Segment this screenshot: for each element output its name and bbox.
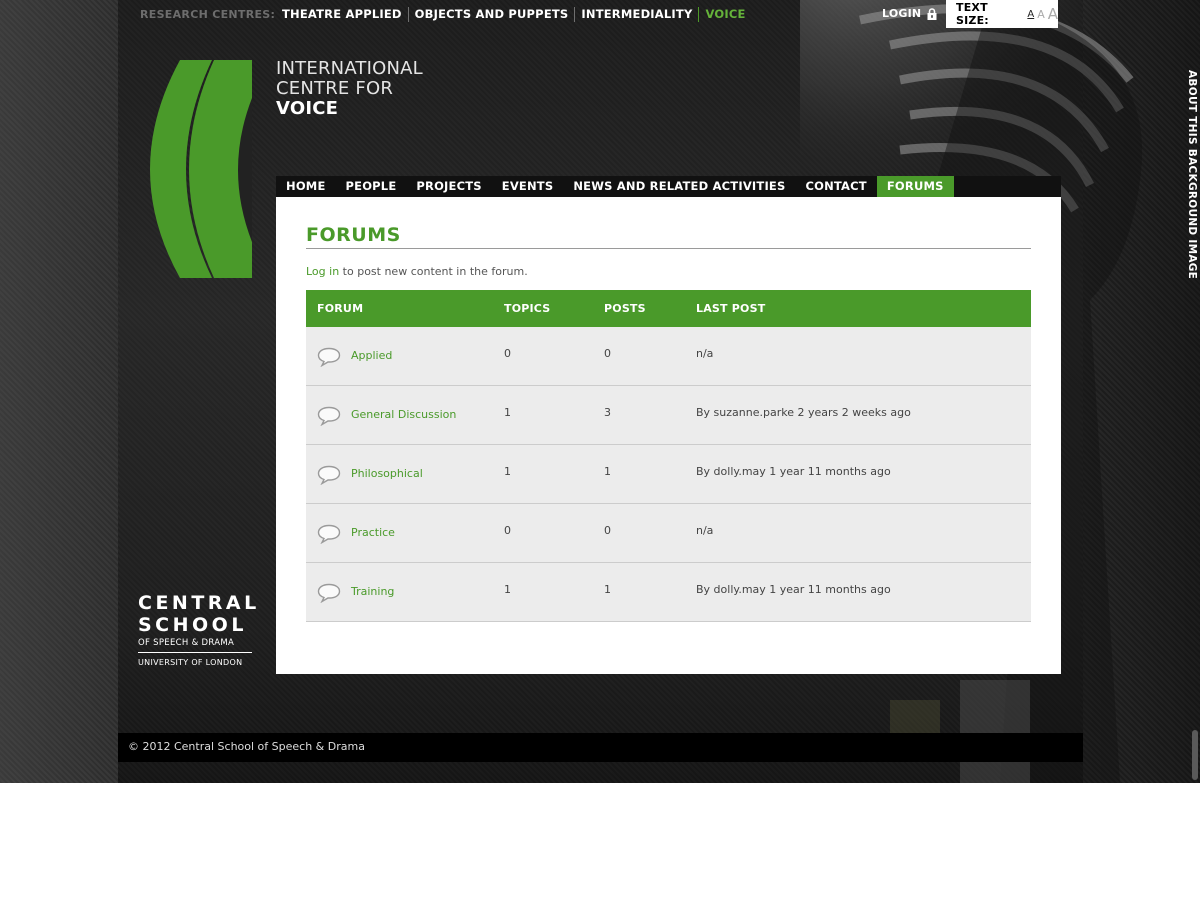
- school-logo-line-4: UNIVERSITY OF LONDON: [138, 658, 243, 667]
- last-post: By dolly.may 1 year 11 months ago: [696, 583, 891, 596]
- header-last-post: LAST POST: [696, 290, 1031, 327]
- research-link-intermediality[interactable]: INTERMEDIALITY: [574, 7, 698, 22]
- school-logo-line-2: SCHOOL: [138, 614, 247, 636]
- table-row: General Discussion 1 3 By suzanne.parke …: [306, 385, 1031, 445]
- speech-bubble-icon: [317, 524, 341, 544]
- about-background-image-label: ABOUT THIS BACKGROUND IMAGE: [1186, 70, 1198, 280]
- page-background: RESEARCH CENTRES: THEATRE APPLIED OBJECT…: [0, 0, 1200, 783]
- nav-news[interactable]: NEWS AND RELATED ACTIVITIES: [563, 176, 795, 197]
- header-posts: POSTS: [604, 290, 696, 327]
- text-size-large-button[interactable]: A: [1048, 5, 1058, 23]
- nav-projects[interactable]: PROJECTS: [406, 176, 491, 197]
- forum-link-general-discussion[interactable]: General Discussion: [351, 408, 456, 421]
- posts-count: 1: [604, 583, 611, 596]
- forum-link-applied[interactable]: Applied: [351, 349, 392, 362]
- nav-people[interactable]: PEOPLE: [336, 176, 407, 197]
- research-centres-nav: THEATRE APPLIED OBJECTS AND PUPPETS INTE…: [282, 7, 752, 22]
- table-row: Applied 0 0 n/a: [306, 327, 1031, 386]
- scrollbar-thumb[interactable]: [1192, 730, 1198, 780]
- site-title[interactable]: INTERNATIONAL CENTRE FOR VOICE: [276, 59, 423, 119]
- site-title-line-3: VOICE: [276, 98, 339, 119]
- about-background-image-tab[interactable]: ABOUT THIS BACKGROUND IMAGE: [1184, 70, 1198, 279]
- school-logo-line-3: OF SPEECH & DRAMA: [138, 638, 252, 653]
- main-nav: HOME PEOPLE PROJECTS EVENTS NEWS AND REL…: [276, 176, 1061, 197]
- research-link-objects-and-puppets[interactable]: OBJECTS AND PUPPETS: [407, 7, 575, 22]
- forum-link-practice[interactable]: Practice: [351, 526, 395, 539]
- content-panel: FORUMS Log in to post new content in the…: [276, 197, 1061, 674]
- copyright: © 2012 Central School of Speech & Drama: [128, 740, 365, 753]
- research-link-theatre-applied[interactable]: THEATRE APPLIED: [282, 7, 408, 22]
- topics-count: 1: [504, 406, 511, 419]
- header-topics: TOPICS: [504, 290, 604, 327]
- research-centres-label: RESEARCH CENTRES:: [140, 8, 276, 21]
- text-size-small-button[interactable]: A: [1027, 9, 1034, 20]
- footer: © 2012 Central School of Speech & Drama: [118, 733, 1083, 762]
- site-title-line-2: CENTRE FOR: [276, 78, 394, 99]
- posts-count: 1: [604, 465, 611, 478]
- research-link-voice[interactable]: VOICE: [698, 7, 751, 22]
- topics-count: 0: [504, 524, 511, 537]
- last-post: By suzanne.parke 2 years 2 weeks ago: [696, 406, 911, 419]
- header-forum: FORUM: [306, 290, 504, 327]
- nav-events[interactable]: EVENTS: [492, 176, 564, 197]
- lock-icon: [927, 7, 937, 20]
- text-size-medium-button[interactable]: A: [1037, 8, 1045, 21]
- posts-count: 0: [604, 347, 611, 360]
- posts-count: 3: [604, 406, 611, 419]
- forum-table: FORUM TOPICS POSTS LAST POST Applied 0 0…: [306, 290, 1031, 622]
- forum-link-philosophical[interactable]: Philosophical: [351, 467, 423, 480]
- topics-count: 1: [504, 583, 511, 596]
- last-post: n/a: [696, 347, 714, 360]
- text-size-control: TEXT SIZE: A A A: [946, 0, 1058, 28]
- topics-count: 0: [504, 347, 511, 360]
- login-link[interactable]: LOGIN: [882, 7, 937, 20]
- forum-link-training[interactable]: Training: [351, 585, 394, 598]
- table-row: Training 1 1 By dolly.may 1 year 11 mont…: [306, 562, 1031, 622]
- text-size-label: TEXT SIZE:: [956, 1, 989, 27]
- school-logo-line-1: CENTRAL: [138, 592, 260, 614]
- last-post: By dolly.may 1 year 11 months ago: [696, 465, 891, 478]
- posts-count: 0: [604, 524, 611, 537]
- central-school-logo[interactable]: CENTRAL SCHOOL OF SPEECH & DRAMA UNIVERS…: [138, 592, 260, 667]
- login-hint: Log in to post new content in the forum.: [306, 265, 528, 278]
- nav-contact[interactable]: CONTACT: [795, 176, 876, 197]
- page-title: FORUMS: [306, 224, 1031, 249]
- login-label: LOGIN: [882, 7, 922, 20]
- site-title-line-1: INTERNATIONAL: [276, 58, 423, 79]
- speech-bubble-icon: [317, 465, 341, 485]
- voice-centre-logo-mark[interactable]: [140, 60, 252, 278]
- forum-table-header: FORUM TOPICS POSTS LAST POST: [306, 290, 1031, 327]
- nav-forums[interactable]: FORUMS: [876, 176, 954, 197]
- last-post: n/a: [696, 524, 714, 537]
- login-hint-text: to post new content in the forum.: [339, 265, 528, 278]
- login-link-inline[interactable]: Log in: [306, 265, 339, 278]
- speech-bubble-icon: [317, 583, 341, 603]
- topics-count: 1: [504, 465, 511, 478]
- table-row: Philosophical 1 1 By dolly.may 1 year 11…: [306, 444, 1031, 504]
- speech-bubble-icon: [317, 347, 341, 367]
- speech-bubble-icon: [317, 406, 341, 426]
- table-row: Practice 0 0 n/a: [306, 503, 1031, 563]
- nav-home[interactable]: HOME: [276, 176, 336, 197]
